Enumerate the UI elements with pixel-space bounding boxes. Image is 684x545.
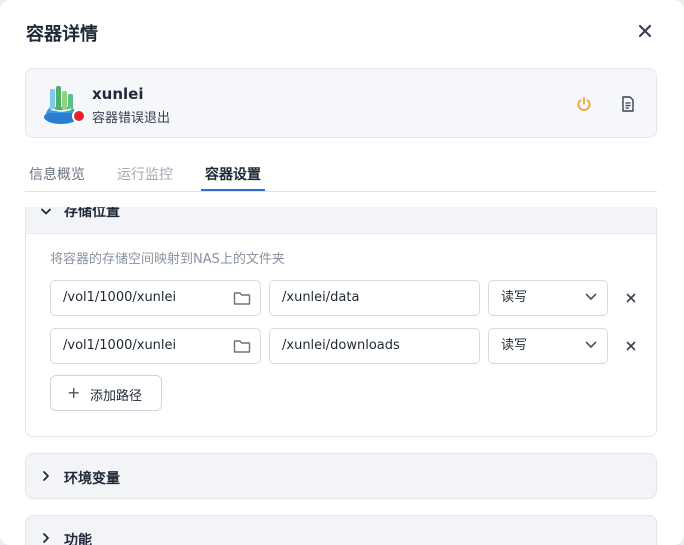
features-title: 功能: [64, 533, 92, 545]
add-path-button[interactable]: + 添加路径: [50, 375, 162, 411]
mode-value: 读写: [501, 338, 528, 353]
host-path-input[interactable]: /vol1/1000/xunlei: [50, 328, 261, 364]
remove-row-button[interactable]: [622, 337, 640, 355]
storage-section: 存储位置 将容器的存储空间映射到NAS上的文件夹 /vol1/1000/xunl…: [25, 207, 657, 437]
tab-overview[interactable]: 信息概览: [29, 164, 85, 184]
container-path-input[interactable]: /xunlei/downloads: [269, 328, 480, 364]
tab-monitoring[interactable]: 运行监控: [117, 164, 173, 184]
chevron-down-icon: [585, 341, 597, 348]
container-path-value: /xunlei/data: [282, 290, 360, 305]
status-error-dot: [72, 109, 86, 123]
storage-section-header[interactable]: 存储位置: [26, 207, 656, 234]
close-icon: [626, 293, 636, 303]
chevron-down-icon: [585, 293, 597, 300]
env-variables-section[interactable]: 环境变量: [25, 453, 657, 499]
storage-hint: 将容器的存储空间映射到NAS上的文件夹: [50, 252, 285, 267]
features-section[interactable]: 功能: [25, 515, 657, 545]
storage-mapping-row: /vol1/1000/xunlei /xunlei/downloads 读写: [50, 328, 640, 364]
host-path-value: /vol1/1000/xunlei: [63, 338, 177, 353]
container-path-value: /xunlei/downloads: [282, 338, 400, 353]
active-tab-indicator: [201, 189, 265, 191]
chevron-right-icon: [43, 533, 49, 543]
mode-value: 读写: [501, 290, 528, 305]
tab-bar: 信息概览 运行监控 容器设置: [25, 152, 657, 192]
log-button[interactable]: [618, 94, 638, 114]
chevron-down-icon: [41, 208, 51, 215]
container-info-card: xunlei 容器错误退出: [25, 68, 657, 138]
env-variables-title: 环境变量: [64, 471, 120, 487]
host-path-value: /vol1/1000/xunlei: [63, 290, 177, 305]
close-icon: [638, 24, 652, 38]
remove-row-button[interactable]: [622, 289, 640, 307]
tab-container-settings[interactable]: 容器设置: [205, 164, 261, 184]
plus-icon: +: [67, 383, 81, 402]
close-icon: [626, 341, 636, 351]
folder-icon[interactable]: [233, 290, 251, 306]
chevron-right-icon: [43, 471, 49, 481]
mode-select[interactable]: 读写: [488, 328, 608, 364]
storage-section-title: 存储位置: [64, 207, 120, 220]
mode-select[interactable]: 读写: [488, 280, 608, 316]
storage-mapping-row: /vol1/1000/xunlei /xunlei/data 读写: [50, 280, 640, 316]
close-button[interactable]: [634, 20, 656, 42]
document-icon: [622, 96, 634, 112]
folder-icon[interactable]: [233, 338, 251, 354]
container-details-dialog: 容器详情 xunlei 容器错误退出 信息概览 运行监控 容器设置 存储位置 将…: [0, 0, 684, 545]
container-name: xunlei: [92, 85, 144, 103]
power-icon: [577, 97, 591, 111]
container-status: 容器错误退出: [92, 111, 171, 126]
container-path-input[interactable]: /xunlei/data: [269, 280, 480, 316]
power-button[interactable]: [574, 94, 594, 114]
add-path-label: 添加路径: [90, 389, 143, 404]
dialog-title: 容器详情: [26, 24, 98, 45]
host-path-input[interactable]: /vol1/1000/xunlei: [50, 280, 261, 316]
